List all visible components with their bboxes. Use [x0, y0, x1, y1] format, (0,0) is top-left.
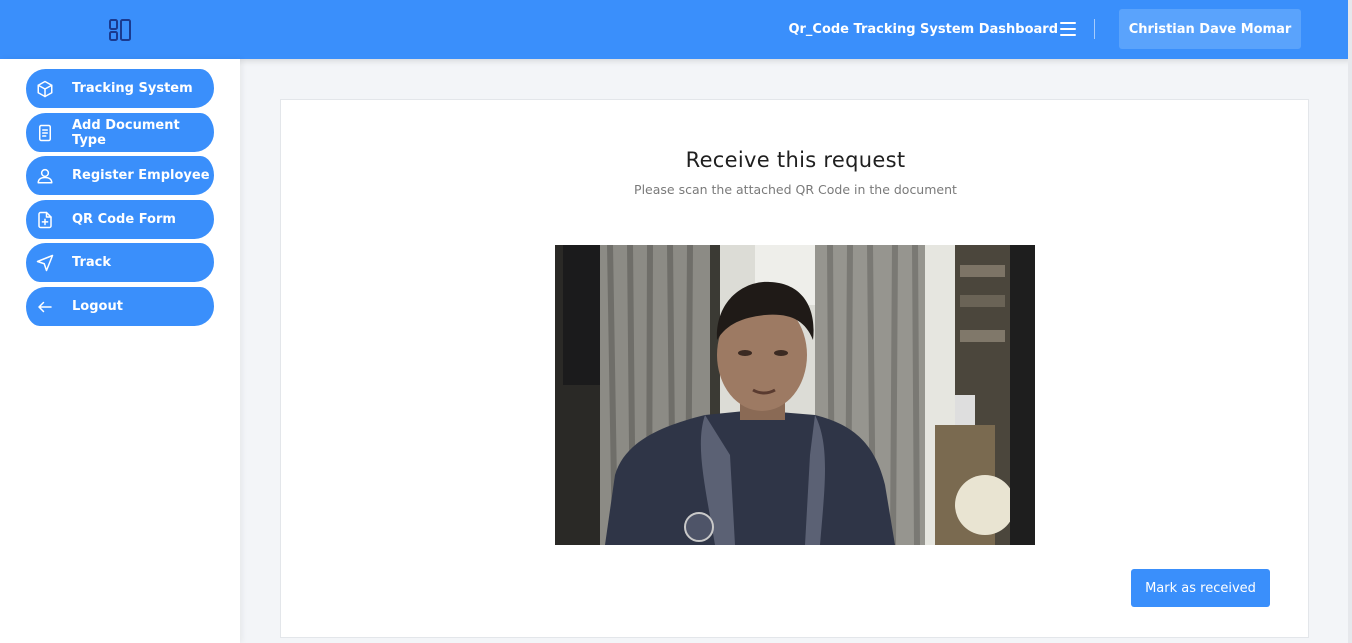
user-menu-button[interactable]: Christian Dave Momar: [1119, 9, 1301, 49]
hamburger-icon[interactable]: [1060, 22, 1076, 36]
header-divider: [1094, 19, 1095, 39]
sidebar-item-label: Register Employee: [72, 168, 210, 183]
sidebar-item-label: Logout: [72, 299, 123, 314]
cube-icon: [37, 80, 53, 98]
sidebar-item-add-document-type[interactable]: Add Document Type: [26, 113, 214, 152]
sidebar-item-register-employee[interactable]: Register Employee: [26, 156, 214, 195]
sidebar-item-label: Track: [72, 255, 111, 270]
layout-icon: [109, 18, 131, 41]
page-subtitle: Please scan the attached QR Code in the …: [634, 182, 957, 197]
arrow-left-icon: [38, 301, 52, 313]
sidebar-item-qr-code-form[interactable]: QR Code Form: [26, 200, 214, 239]
sidebar: Tracking System Add Document Type Regist…: [0, 59, 240, 643]
sidebar-item-track[interactable]: Track: [26, 243, 214, 282]
sidebar-item-label: Add Document Type: [72, 117, 180, 148]
top-header: Qr_Code Tracking System Dashboard Christ…: [0, 0, 1352, 59]
user-icon: [37, 168, 53, 184]
receive-request-card: Receive this request Please scan the att…: [280, 99, 1309, 638]
sidebar-item-logout[interactable]: Logout: [26, 287, 214, 326]
navigation-icon: [36, 254, 54, 272]
brand-area[interactable]: [0, 0, 240, 59]
page-title: Receive this request: [685, 148, 906, 172]
page-scrollbar[interactable]: [1348, 0, 1352, 643]
webcam-video-feed: [555, 245, 1035, 545]
dashboard-title: Qr_Code Tracking System Dashboard: [788, 22, 1058, 37]
mark-as-received-button[interactable]: Mark as received: [1131, 569, 1270, 607]
file-plus-icon: [38, 211, 52, 229]
sidebar-item-tracking-system[interactable]: Tracking System: [26, 69, 214, 108]
camera-scene: [555, 245, 1035, 545]
document-icon: [39, 124, 51, 142]
sidebar-item-label: Tracking System: [72, 81, 193, 96]
sidebar-item-label: QR Code Form: [72, 212, 176, 227]
